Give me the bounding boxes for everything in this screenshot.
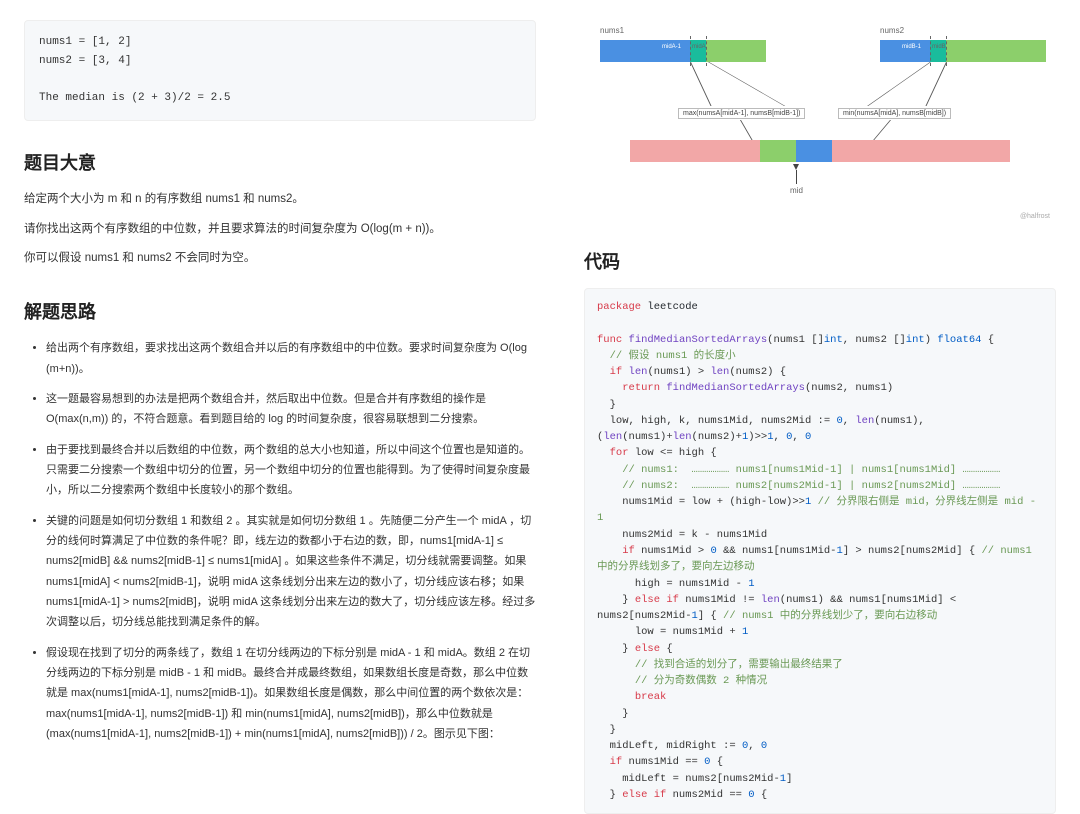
bar-nums1-right (706, 40, 766, 62)
label-midB1: midB-1 (902, 44, 921, 50)
heading-idea: 解题思路 (24, 298, 536, 324)
conn-line (873, 120, 891, 140)
list-item: 由于要找到最终合并以后数组的中位数，两个数组的总大小也知道，所以中间这个位置也是… (46, 440, 536, 501)
conn-line (740, 120, 753, 140)
list-item: 假设现在找到了切分的两条线了，数组 1 在切分线两边的下标分别是 midA - … (46, 643, 536, 745)
merged-mid-blue (796, 140, 832, 162)
conn-line (925, 62, 947, 106)
arrowhead-mid (793, 164, 799, 170)
label-midA: midA (692, 44, 706, 50)
conn-line (690, 62, 712, 106)
conn-line (867, 62, 931, 106)
heading-summary: 题目大意 (24, 149, 536, 175)
idea-list: 给出两个有序数组，要求找出这两个数组合并以后的有序数组中的中位数。要求时间复杂度… (24, 338, 536, 744)
example-code-block: nums1 = [1, 2] nums2 = [3, 4] The median… (24, 20, 536, 121)
diagram-label-nums2: nums2 (880, 26, 904, 35)
list-item: 给出两个有序数组，要求找出这两个数组合并以后的有序数组中的中位数。要求时间复杂度… (46, 338, 536, 379)
summary-p2: 请你找出这两个有序数组的中位数，并且要求算法的时间复杂度为 O(log(m + … (24, 219, 536, 241)
conn-line (708, 62, 785, 106)
bar-nums2-right (946, 40, 1046, 62)
diagram-label-nums1: nums1 (600, 26, 624, 35)
tag-max-left: max(numsA[midA-1], numsB[midB-1]) (678, 108, 805, 119)
tag-min-right: min(numsA[midA], numsB[midB]) (838, 108, 951, 119)
heading-code: 代码 (584, 248, 1056, 274)
merged-left (630, 140, 760, 162)
label-mid: mid (790, 186, 803, 195)
summary-p3: 你可以假设 nums1 和 nums2 不会同时为空。 (24, 248, 536, 270)
summary-p1: 给定两个大小为 m 和 n 的有序数组 nums1 和 nums2。 (24, 189, 536, 211)
partition-diagram: nums1 nums2 midA-1 midA midB-1 midB max(… (590, 20, 1050, 220)
merged-right (832, 140, 1010, 162)
diagram-credit: @halfrost (1020, 213, 1050, 220)
merged-mid-green (760, 140, 796, 162)
go-code-block: package leetcode func findMedianSortedAr… (584, 288, 1056, 814)
list-item: 这一题最容易想到的办法是把两个数组合并，然后取出中位数。但是合并有序数组的操作是… (46, 389, 536, 430)
arrow-mid (796, 170, 797, 184)
list-item: 关键的问题是如何切分数组 1 和数组 2 。其实就是如何切分数组 1 。先随便二… (46, 511, 536, 633)
label-midA1: midA-1 (662, 44, 681, 50)
label-midB: midB (932, 44, 946, 50)
